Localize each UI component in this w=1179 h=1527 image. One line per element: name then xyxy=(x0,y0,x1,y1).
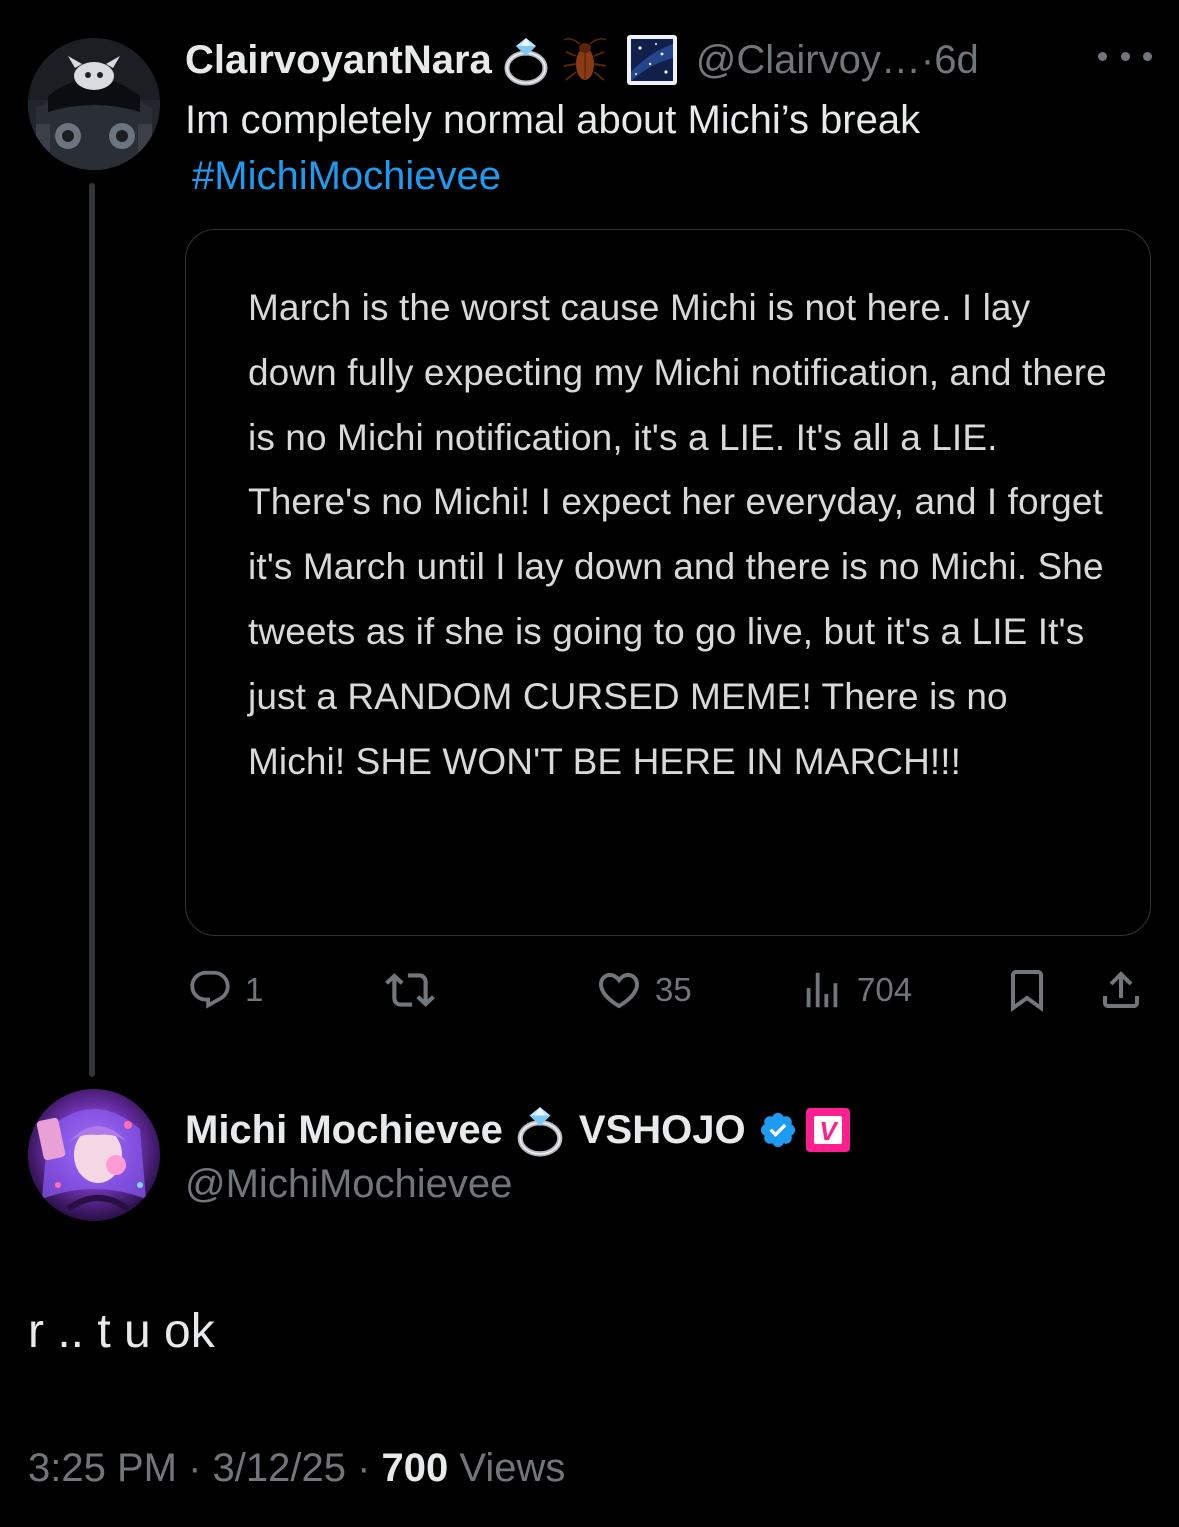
reply-header: Michi Mochievee VSHOJO V xyxy=(185,1101,852,1159)
views-button[interactable]: 704 xyxy=(799,960,912,1020)
avatar-michimochievee[interactable] xyxy=(28,1089,160,1221)
avatar-clairvoyantnara[interactable] xyxy=(28,38,160,170)
hashtag-link[interactable]: #MichiMochievee xyxy=(192,148,501,204)
views-count: 704 xyxy=(857,971,913,1008)
cockroach-emoji-icon xyxy=(560,34,610,86)
reply-button[interactable]: 1 xyxy=(187,960,263,1020)
text-image-card[interactable]: March is the worst cause Michi is not he… xyxy=(185,229,1151,936)
reply-author-affiliation[interactable]: VSHOJO xyxy=(579,1108,746,1153)
like-count: 35 xyxy=(655,971,692,1008)
retweet-button[interactable] xyxy=(385,960,435,1020)
heart-icon xyxy=(595,966,643,1014)
vshojo-badge-letter: V xyxy=(819,1116,839,1146)
verified-badge-icon[interactable] xyxy=(758,1110,798,1150)
tweet-action-bar: 1 35 704 xyxy=(185,960,1151,1020)
bookmark-button[interactable] xyxy=(1003,960,1051,1020)
tweet-detail-page: ClairvoyantNara @Clairvoy… · 6d Im compl… xyxy=(0,0,1179,1527)
views-icon xyxy=(799,967,845,1013)
retweet-icon xyxy=(385,965,435,1015)
share-button[interactable] xyxy=(1097,960,1145,1020)
tweet-text: Im completely normal about Michi’s break xyxy=(185,98,921,142)
reply-author-name[interactable]: Michi Mochievee xyxy=(185,1108,503,1153)
reply-text: r .. t u ok xyxy=(28,1305,215,1358)
vshojo-badge-icon[interactable]: V xyxy=(804,1106,852,1154)
separator-dot: · xyxy=(345,1446,382,1490)
reply-icon xyxy=(187,967,233,1013)
reply-author-handle[interactable]: @MichiMochievee xyxy=(185,1158,512,1210)
views-count: 700 xyxy=(381,1446,449,1490)
separator-dot: · xyxy=(176,1446,213,1490)
share-icon xyxy=(1097,966,1145,1014)
thread-connector-line xyxy=(89,183,95,1077)
ring-emoji-icon xyxy=(502,34,550,86)
image-text: March is the worst cause Michi is not he… xyxy=(248,287,1107,782)
more-options-icon[interactable] xyxy=(1098,44,1152,68)
ring-emoji-icon xyxy=(515,1103,565,1157)
time-ago[interactable]: 6d xyxy=(934,38,979,83)
bookmark-icon xyxy=(1003,966,1051,1014)
separator-dot: · xyxy=(920,37,935,82)
post-date[interactable]: 3/12/25 xyxy=(213,1446,346,1490)
post-time[interactable]: 3:25 PM xyxy=(28,1446,177,1490)
starry-night-emoji-icon xyxy=(626,34,678,86)
like-button[interactable]: 35 xyxy=(595,960,692,1020)
tweet-header: ClairvoyantNara @Clairvoy… · 6d xyxy=(185,32,979,88)
tweet-metadata: 3:25 PM · 3/12/25 · 700 Views xyxy=(28,1440,565,1496)
author-handle[interactable]: @Clairvoy… xyxy=(696,38,921,83)
views-label: Views xyxy=(459,1446,566,1490)
reply-count: 1 xyxy=(245,971,264,1008)
author-name[interactable]: ClairvoyantNara xyxy=(185,38,492,83)
